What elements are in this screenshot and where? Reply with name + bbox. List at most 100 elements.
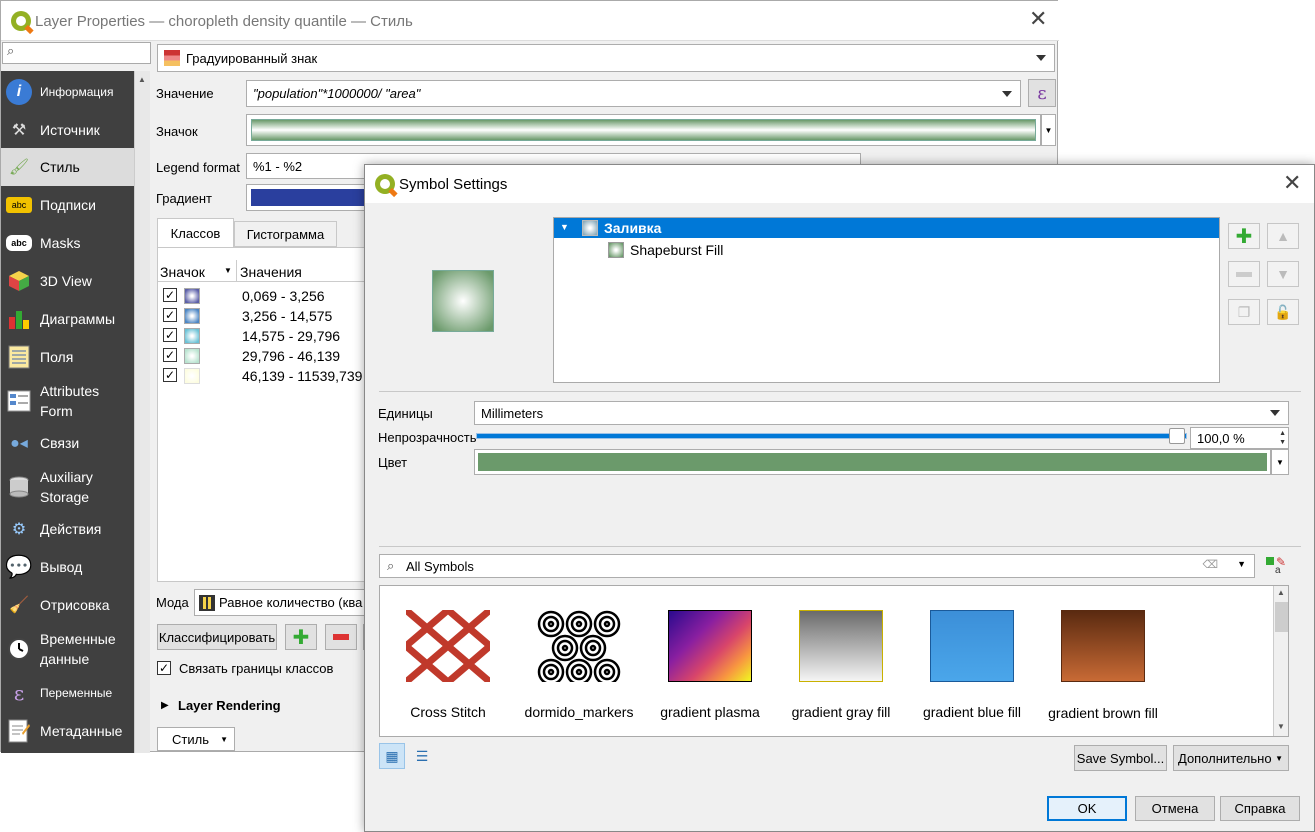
add-class-button[interactable]: ✚: [285, 624, 317, 650]
renderer-select[interactable]: Градуированный знак: [157, 44, 1055, 72]
symbol-gallery[interactable]: Cross Stitch dormido_markers gradient pl…: [379, 585, 1289, 737]
sidebar-item-rendering[interactable]: 🧹 Отрисовка: [1, 586, 134, 624]
scroll-up-icon[interactable]: ▲: [138, 75, 146, 84]
close-icon[interactable]: ✕: [1283, 171, 1301, 196]
advanced-label: Дополнительно: [1178, 750, 1272, 766]
class-symbol-swatch[interactable]: [184, 348, 200, 364]
expression-button[interactable]: ε: [1028, 79, 1056, 107]
lock-layer-button[interactable]: 🔓: [1267, 299, 1299, 325]
expand-arrow-icon[interactable]: ▶: [161, 700, 169, 711]
symbol-card-gradient-blue-fill[interactable]: gradient blue fill: [904, 586, 1034, 726]
color-button[interactable]: [474, 449, 1271, 475]
table-row[interactable]: ✓ 3,256 - 14,575: [158, 306, 373, 326]
sidebar-item-joins[interactable]: ●◂ Связи: [1, 424, 134, 462]
sidebar-item-auxiliary-storage[interactable]: Auxiliary Storage: [1, 462, 134, 512]
classify-button[interactable]: Классифицировать: [157, 624, 277, 650]
color-menu-button[interactable]: ▼: [1271, 449, 1289, 475]
ok-button[interactable]: OK: [1047, 796, 1127, 821]
class-checkbox[interactable]: ✓: [163, 288, 177, 302]
spin-arrows-icon[interactable]: ▲ ▼: [1279, 429, 1286, 447]
scroll-thumb[interactable]: [1275, 602, 1288, 632]
symbol-card-dormido-markers[interactable]: dormido_markers: [511, 586, 641, 726]
clear-icon[interactable]: ⌫: [1202, 558, 1218, 571]
class-symbol-swatch[interactable]: [184, 308, 200, 324]
symbol-button[interactable]: [246, 114, 1041, 146]
cancel-button[interactable]: Отмена: [1135, 796, 1215, 821]
sidebar-item-variables[interactable]: ε Переменные: [1, 674, 134, 712]
symbol-search-input[interactable]: ⌕ All Symbols ⌫ ▼: [379, 554, 1255, 578]
class-checkbox[interactable]: ✓: [163, 328, 177, 342]
chevron-down-icon[interactable]: ▼: [1237, 559, 1246, 569]
symbol-card-gradient-gray-fill[interactable]: gradient gray fill: [773, 586, 903, 726]
sidebar-scrollbar[interactable]: ▲: [134, 71, 150, 753]
mode-select[interactable]: Равное количество (ква: [194, 589, 369, 616]
link-bounds-checkbox[interactable]: ✓: [157, 661, 171, 675]
symbol-card-cross-stitch[interactable]: Cross Stitch: [380, 586, 510, 726]
move-up-button[interactable]: ▲: [1267, 223, 1299, 249]
gallery-scrollbar[interactable]: ▲ ▼: [1273, 586, 1288, 736]
sidebar-item-actions[interactable]: ⚙ Действия: [1, 510, 134, 548]
tree-item-root[interactable]: ▼ Заливка: [554, 218, 1219, 238]
help-button[interactable]: Справка: [1220, 796, 1300, 821]
sidebar-item-masks[interactable]: abc Masks: [1, 224, 134, 262]
sidebar-search-input[interactable]: ⌕: [2, 42, 151, 64]
sidebar-item-style[interactable]: 🖌 Стиль: [1, 148, 134, 186]
table-row[interactable]: ✓ 0,069 - 3,256: [158, 286, 373, 306]
class-range: 0,069 - 3,256: [242, 288, 325, 304]
symbol-card-gradient-brown-fill[interactable]: gradient brown fill: [1035, 586, 1165, 726]
class-symbol-swatch[interactable]: [184, 288, 200, 304]
units-select[interactable]: Millimeters: [474, 401, 1289, 425]
value-expression-input[interactable]: "population"*1000000/ "area": [246, 80, 1021, 107]
table-row[interactable]: ✓ 29,796 - 46,139: [158, 346, 373, 366]
class-symbol-swatch[interactable]: [184, 328, 200, 344]
style-menu-button[interactable]: Стиль ▼: [157, 727, 235, 751]
classes-table[interactable]: Значок ▼ Значения ✓ 0,069 - 3,256 ✓ 3,25…: [157, 247, 373, 582]
sidebar-item-labels[interactable]: abc Подписи: [1, 186, 134, 224]
class-symbol-swatch[interactable]: [184, 368, 200, 384]
tab-histogram[interactable]: Гистограмма: [234, 221, 337, 247]
symbol-card-gradient-plasma[interactable]: gradient plasma: [642, 586, 772, 726]
source-icon: ⚒: [11, 122, 27, 139]
expand-arrow-icon[interactable]: ▼: [560, 222, 569, 232]
table-row[interactable]: ✓ 14,575 - 29,796: [158, 326, 373, 346]
sidebar-item-display[interactable]: 💬 Вывод: [1, 548, 134, 586]
style-manager-button[interactable]: ✎ a: [1264, 555, 1286, 577]
sidebar-item-diagrams[interactable]: Диаграммы: [1, 300, 134, 338]
masks-icon: abc: [6, 235, 32, 251]
sidebar-item-source[interactable]: ⚒ Источник: [1, 111, 134, 149]
advanced-menu-button[interactable]: Дополнительно ▼: [1173, 745, 1289, 771]
class-checkbox[interactable]: ✓: [163, 368, 177, 382]
save-symbol-button[interactable]: Save Symbol...: [1074, 745, 1167, 771]
divider: [379, 391, 1301, 392]
close-icon[interactable]: ✕: [1029, 7, 1047, 32]
icon-view-button[interactable]: ▦: [379, 743, 405, 769]
class-checkbox[interactable]: ✓: [163, 348, 177, 362]
remove-layer-button[interactable]: [1228, 261, 1260, 287]
class-checkbox[interactable]: ✓: [163, 308, 177, 322]
column-header-symbol[interactable]: Значок: [160, 264, 205, 280]
column-header-values[interactable]: Значения: [240, 264, 302, 280]
remove-class-button[interactable]: [325, 624, 357, 650]
symbol-menu-button[interactable]: ▼: [1041, 114, 1056, 146]
tab-classes[interactable]: Классов: [157, 218, 234, 247]
add-layer-button[interactable]: ✚: [1228, 223, 1260, 249]
duplicate-layer-button[interactable]: ❐: [1228, 299, 1260, 325]
table-row[interactable]: ✓ 46,139 - 11539,739: [158, 366, 373, 386]
list-view-button[interactable]: ☰: [409, 743, 435, 769]
sidebar-item-attributes-form[interactable]: Attributes Form: [1, 376, 134, 426]
sidebar-item-fields[interactable]: Поля: [1, 338, 134, 376]
sidebar-item-metadata[interactable]: Метаданные: [1, 712, 134, 750]
color-ramp-button[interactable]: [246, 184, 371, 211]
layer-rendering-section[interactable]: Layer Rendering: [178, 698, 281, 713]
sidebar-item-info[interactable]: i Информация: [1, 73, 134, 111]
scroll-up-icon[interactable]: ▲: [1277, 588, 1285, 597]
scroll-down-icon[interactable]: ▼: [1277, 722, 1285, 731]
sidebar-item-temporal[interactable]: Временные данные: [1, 624, 134, 674]
tree-item-child[interactable]: Shapeburst Fill: [554, 240, 1219, 260]
opacity-spinbox[interactable]: 100,0 % ▲ ▼: [1190, 427, 1289, 449]
opacity-slider-track[interactable]: [476, 433, 1187, 439]
symbol-layer-tree[interactable]: ▼ Заливка Shapeburst Fill: [553, 217, 1220, 383]
opacity-slider-handle[interactable]: [1169, 428, 1185, 444]
move-down-button[interactable]: ▼: [1267, 261, 1299, 287]
sidebar-item-3d[interactable]: 3D View: [1, 262, 134, 300]
